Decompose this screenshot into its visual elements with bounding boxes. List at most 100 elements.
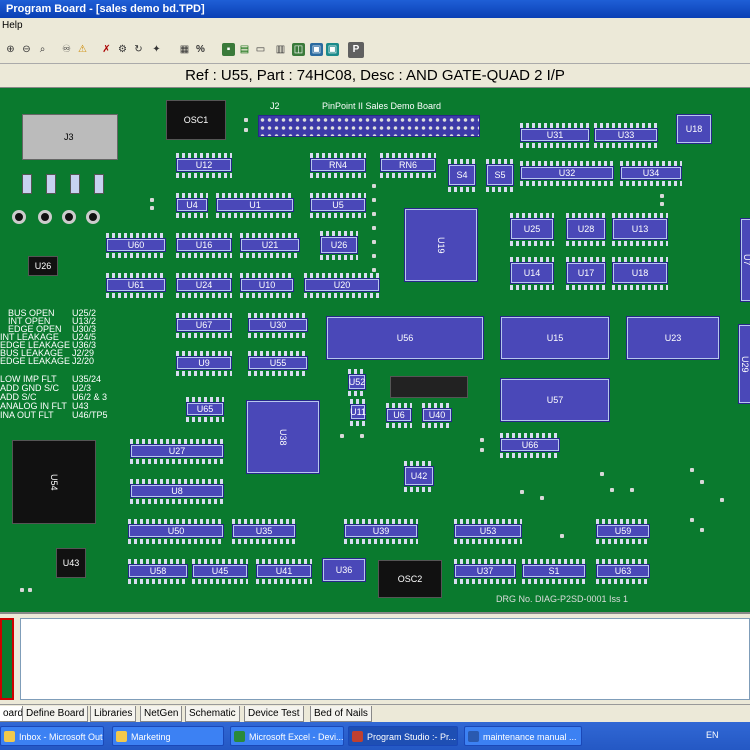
test-point[interactable]: [372, 240, 376, 244]
chip-u60[interactable]: U60: [106, 238, 166, 252]
chip-u39[interactable]: U39: [344, 524, 418, 538]
tools-icon[interactable]: ✗: [100, 43, 113, 56]
chip-rn4[interactable]: RN4: [310, 158, 366, 172]
test-point[interactable]: [28, 588, 32, 592]
oscillator-osc1[interactable]: OSC1: [166, 100, 226, 140]
capacitor[interactable]: [86, 210, 100, 224]
run-icon[interactable]: ✦: [150, 43, 163, 56]
test-point[interactable]: [372, 226, 376, 230]
board-icon[interactable]: ▭: [254, 43, 267, 56]
test-point[interactable]: [480, 448, 484, 452]
tab-device-test[interactable]: Device Test: [244, 706, 304, 722]
chip-u13[interactable]: U13: [612, 218, 668, 240]
warning-icon[interactable]: ⚠: [76, 43, 89, 56]
chip-u4[interactable]: U4: [176, 198, 208, 212]
test-point[interactable]: [690, 518, 694, 522]
rebuild-icon[interactable]: ⚙: [116, 43, 129, 56]
chip-u40[interactable]: U40: [422, 408, 452, 422]
tab-netgen[interactable]: NetGen: [140, 706, 183, 722]
chip-u67[interactable]: U26: [28, 256, 58, 276]
pcb-board-view[interactable]: J3 OSC1 J2 PinPoint II Sales Demo Board …: [0, 88, 750, 612]
chip-u34[interactable]: U34: [620, 166, 682, 180]
test-point[interactable]: [340, 434, 344, 438]
test-point[interactable]: [660, 194, 664, 198]
p-button[interactable]: P: [348, 42, 364, 58]
chip-u26[interactable]: U26: [320, 236, 358, 254]
chip-u12[interactable]: U12: [176, 158, 232, 172]
chip-u36[interactable]: U36: [322, 558, 366, 582]
fault-label[interactable]: INA OUT FLT: [0, 410, 54, 420]
zoom-out-icon[interactable]: ⊖: [20, 43, 33, 56]
resistor[interactable]: [94, 174, 104, 194]
test-point[interactable]: [720, 498, 724, 502]
zoom-in-icon[interactable]: ⊕: [4, 43, 17, 56]
probe-icon[interactable]: ▪: [222, 43, 235, 56]
test-point[interactable]: [700, 480, 704, 484]
test-point[interactable]: [630, 488, 634, 492]
chip-u19[interactable]: U19: [404, 208, 478, 282]
chip-u23[interactable]: U23: [626, 316, 720, 360]
chip-u56[interactable]: U56: [326, 316, 484, 360]
chip-u66[interactable]: U66: [500, 438, 560, 452]
capacitor[interactable]: [62, 210, 76, 224]
chip-u35[interactable]: U35: [232, 524, 296, 538]
chip-u21[interactable]: U21: [240, 238, 300, 252]
test-point[interactable]: [150, 198, 154, 202]
chip-u24[interactable]: U24: [176, 278, 232, 292]
chip-u11[interactable]: U11: [350, 404, 366, 420]
test-point[interactable]: [372, 198, 376, 202]
chip-u8[interactable]: U54: [12, 440, 96, 524]
test-point[interactable]: [20, 588, 24, 592]
capacitor[interactable]: [12, 210, 26, 224]
tab-libraries[interactable]: Libraries: [90, 706, 137, 722]
tab-define-board[interactable]: Define Board: [22, 706, 89, 722]
pinpoint-icon[interactable]: ▣: [310, 43, 323, 56]
chip-u67[interactable]: U67: [176, 318, 232, 332]
taskbar-item-inbox[interactable]: Inbox - Microsoft Out...: [0, 726, 104, 746]
test-point[interactable]: [372, 268, 376, 272]
chip-u15[interactable]: U15: [500, 316, 610, 360]
tab-bed-of-nails[interactable]: Bed of Nails: [310, 706, 372, 722]
meter-icon[interactable]: ◫: [292, 43, 305, 56]
chip-u33[interactable]: U33: [594, 128, 658, 142]
menu-help[interactable]: Help: [2, 20, 23, 31]
chip-u45[interactable]: U45: [192, 564, 248, 578]
test-point[interactable]: [540, 496, 544, 500]
chip-u10[interactable]: U10: [240, 278, 294, 292]
chip-s4[interactable]: S4: [448, 164, 476, 186]
tab-schematic[interactable]: Schematic: [185, 706, 240, 722]
test-point[interactable]: [372, 254, 376, 258]
resistor[interactable]: [46, 174, 56, 194]
taskbar-item-excel[interactable]: Microsoft Excel - Devi...: [230, 726, 344, 746]
refresh-icon[interactable]: ↻: [132, 43, 145, 56]
resistor[interactable]: [22, 174, 32, 194]
chip-u9[interactable]: U9: [176, 356, 232, 370]
chip-u18[interactable]: U18: [612, 262, 668, 284]
chip-u52[interactable]: U52: [348, 374, 366, 390]
chip-u42[interactable]: U42: [404, 466, 434, 486]
language-indicator[interactable]: EN: [706, 730, 719, 740]
test-point[interactable]: [372, 184, 376, 188]
connector-ribbon[interactable]: [390, 376, 468, 398]
chip-u58[interactable]: U58: [128, 564, 188, 578]
chip-u18[interactable]: U18: [676, 114, 712, 144]
fault-label[interactable]: EDGE LEAKAGE: [0, 356, 70, 366]
test-point[interactable]: [660, 202, 664, 206]
grid-icon[interactable]: ▦: [178, 43, 191, 56]
test-point[interactable]: [520, 490, 524, 494]
test-point[interactable]: [480, 438, 484, 442]
binoculars-icon[interactable]: ♾: [60, 43, 73, 56]
test-point[interactable]: [690, 468, 694, 472]
oscillator-osc2[interactable]: OSC2: [378, 560, 442, 598]
chip-u63[interactable]: U63: [596, 564, 650, 578]
chip-s1[interactable]: S1: [522, 564, 586, 578]
chip-icon[interactable]: ▤: [238, 43, 251, 56]
taskbar-item-maintenance-manual[interactable]: maintenance manual ...: [464, 726, 582, 746]
test-point[interactable]: [600, 472, 604, 476]
chip-u29[interactable]: U29: [738, 324, 750, 404]
chip-u8[interactable]: U8: [130, 484, 224, 498]
taskbar-item-marketing[interactable]: Marketing: [112, 726, 224, 746]
chip-s5[interactable]: S5: [486, 164, 514, 186]
chip-u1[interactable]: U1: [216, 198, 294, 212]
magnify-icon[interactable]: ⌕: [36, 43, 49, 56]
